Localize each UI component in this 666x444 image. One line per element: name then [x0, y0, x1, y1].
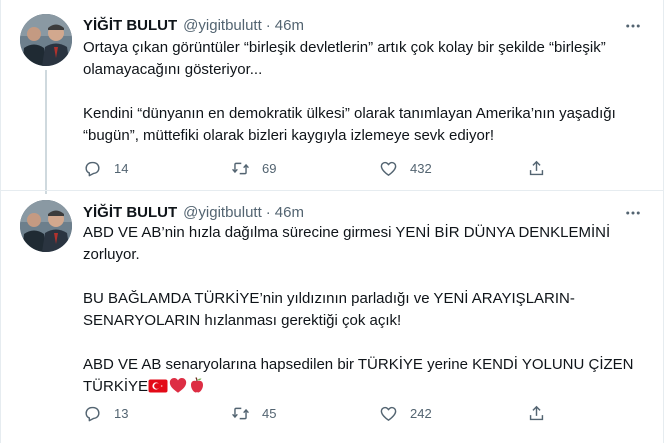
like-button[interactable]: 432	[379, 159, 432, 178]
red-apple-icon	[188, 376, 206, 401]
retweet-icon	[232, 407, 249, 419]
retweet-icon	[232, 162, 249, 174]
share-icon	[529, 405, 544, 420]
reply-count: 14	[114, 160, 129, 176]
tweet-text: Ortaya çıkan görüntüler “birleşik devlet…	[83, 37, 653, 147]
tweet-actions: 13 45 242	[83, 402, 563, 424]
tweet-header: YİĞİT BULUT @yigitbulutt · 46m	[83, 202, 304, 222]
author-handle[interactable]: @yigitbulutt	[183, 204, 262, 221]
tweet-timestamp[interactable]: 46m	[275, 204, 304, 221]
reply-icon	[85, 161, 100, 176]
reply-count: 13	[114, 405, 129, 421]
red-heart-icon	[168, 376, 188, 401]
author-name[interactable]: YİĞİT BULUT	[83, 17, 177, 34]
separator-dot: ·	[265, 203, 271, 221]
tweet[interactable]: YİĞİT BULUT @yigitbulutt · 46m ABD VE AB…	[1, 190, 663, 444]
share-button[interactable]	[527, 159, 546, 178]
timeline: YİĞİT BULUT @yigitbulutt · 46m Ortaya çı…	[0, 0, 664, 443]
retweet-count: 69	[262, 160, 277, 176]
tweet-header: YİĞİT BULUT @yigitbulutt · 46m	[83, 15, 304, 35]
like-count: 242	[410, 405, 432, 421]
tweet-paragraph: Kendini “dünyanın en demokratik ülkesi” …	[83, 105, 616, 144]
like-count: 432	[410, 160, 432, 176]
retweet-count: 45	[262, 405, 277, 421]
share-icon	[529, 160, 544, 175]
reply-icon	[85, 406, 100, 421]
tweet-actions: 14 69 432	[83, 157, 563, 179]
tweet-paragraph: ABD VE AB’nin hızla dağılma sürecine gir…	[83, 224, 611, 263]
thread-connector	[45, 70, 47, 194]
retweet-button[interactable]: 69	[231, 159, 276, 178]
turkey-flag-icon	[148, 378, 168, 401]
retweet-button[interactable]: 45	[231, 404, 276, 423]
tweet-paragraph: Ortaya çıkan görüntüler “birleşik devlet…	[83, 39, 606, 78]
heart-icon	[380, 406, 397, 421]
reply-button[interactable]: 13	[83, 404, 128, 423]
tweet-paragraph-with-emoji: ABD VE AB senaryolarına hapsedilen bir T…	[83, 354, 653, 401]
avatar[interactable]	[20, 14, 72, 66]
more-options-icon[interactable]	[623, 203, 643, 223]
tweet-paragraph: BU BAĞLAMDA TÜRKİYE’nin yıldızının parla…	[83, 290, 575, 329]
tweet[interactable]: YİĞİT BULUT @yigitbulutt · 46m Ortaya çı…	[1, 0, 663, 194]
avatar[interactable]	[20, 200, 72, 252]
share-button[interactable]	[527, 404, 546, 423]
more-options-icon[interactable]	[623, 16, 643, 36]
heart-icon	[380, 161, 397, 176]
separator-dot: ·	[265, 16, 271, 34]
author-name[interactable]: YİĞİT BULUT	[83, 204, 177, 221]
tweet-text: ABD VE AB’nin hızla dağılma sürecine gir…	[83, 222, 653, 401]
reply-button[interactable]: 14	[83, 159, 128, 178]
like-button[interactable]: 242	[379, 404, 432, 423]
author-handle[interactable]: @yigitbulutt	[183, 17, 262, 34]
tweet-timestamp[interactable]: 46m	[275, 17, 304, 34]
